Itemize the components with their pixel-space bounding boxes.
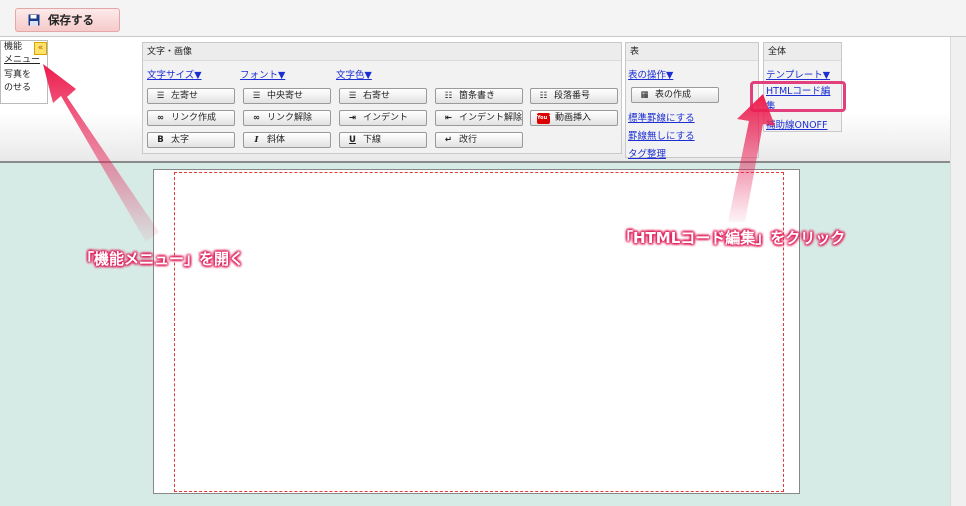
html-code-edit-link-line2[interactable]: 集 (766, 98, 776, 112)
button-label: 太字 (171, 135, 190, 145)
unlink-icon: ∞ (252, 113, 261, 123)
function-menu-menu-label[interactable]: メニュー (1, 54, 47, 67)
align-left-icon: ☰ (156, 91, 165, 101)
panel-title: 表 (626, 43, 758, 61)
table-panel: 表 表の操作▼ ▦ 表の作成 標準罫線にする 罫線無しにする タグ整理 (625, 42, 759, 160)
return-arrow-icon: ↵ (444, 135, 453, 145)
italic-icon: I (254, 135, 259, 145)
underline-button[interactable]: U 下線 (339, 132, 427, 148)
bullet-list-icon: ☷ (444, 91, 453, 101)
numbered-list-icon: ☷ (539, 91, 548, 101)
align-center-icon: ☰ (252, 91, 261, 101)
add-photo-link-line1[interactable]: 写真を (1, 69, 47, 82)
font-size-dropdown[interactable]: 文字サイズ▼ (147, 67, 202, 81)
save-button[interactable]: 保存する (15, 8, 120, 32)
save-button-label: 保存する (48, 13, 94, 27)
indent-icon: ⇥ (348, 113, 357, 123)
indent-button[interactable]: ⇥ インデント (339, 110, 427, 126)
button-label: 段落番号 (554, 91, 591, 101)
outdent-icon: ⇤ (444, 113, 453, 123)
tag-cleanup-link[interactable]: タグ整理 (628, 146, 666, 160)
floppy-disk-icon (28, 14, 40, 26)
no-border-link[interactable]: 罫線無しにする (628, 128, 695, 142)
outdent-button[interactable]: ⇤ インデント解除 (435, 110, 523, 126)
button-label: 下線 (363, 135, 382, 145)
button-label: リンク作成 (171, 113, 217, 123)
align-right-button[interactable]: ☰ 右寄せ (339, 88, 427, 104)
remove-link-button[interactable]: ∞ リンク解除 (243, 110, 331, 126)
vertical-scrollbar[interactable] (950, 37, 966, 506)
panel-title: 文字・画像 (143, 43, 621, 61)
button-label: リンク解除 (267, 113, 313, 123)
insert-video-button[interactable]: You Tube 動画挿入 (530, 110, 618, 126)
button-label: 箇条書き (459, 91, 496, 101)
function-menu[interactable]: 機能 « メニュー 写真を のせる (0, 40, 48, 104)
table-grid-icon: ▦ (640, 90, 649, 100)
numbered-list-button[interactable]: ☷ 段落番号 (530, 88, 618, 104)
open-menu-callout: 「機能メニュー」を開く (79, 250, 245, 268)
global-panel: 全体 テンプレート▼ HTMLコード編 集 補助線ONOFF (763, 42, 842, 132)
button-label: 右寄せ (363, 91, 391, 101)
button-label: 動画挿入 (555, 113, 592, 123)
panel-title: 全体 (764, 43, 841, 61)
add-photo-link-line2[interactable]: のせる (1, 82, 47, 95)
bullet-list-button[interactable]: ☷ 箇条書き (435, 88, 523, 104)
text-image-panel: 文字・画像 文字サイズ▼ フォント▼ 文字色▼ ☰ 左寄せ ☰ 中央寄せ ☰ 右寄せ … (142, 42, 622, 154)
link-icon: ∞ (156, 113, 165, 123)
top-bar: 保存する (0, 0, 966, 37)
editor-guideline-frame (174, 172, 784, 492)
align-right-icon: ☰ (348, 91, 357, 101)
table-operations-dropdown[interactable]: 表の操作▼ (628, 67, 673, 81)
double-chevron-left-icon[interactable]: « (34, 42, 47, 55)
font-family-dropdown[interactable]: フォント▼ (240, 67, 285, 81)
font-color-dropdown[interactable]: 文字色▼ (336, 67, 372, 81)
create-table-button[interactable]: ▦ 表の作成 (631, 87, 719, 103)
button-label: インデント (363, 113, 409, 123)
line-break-button[interactable]: ↵ 改行 (435, 132, 523, 148)
button-label: 左寄せ (171, 91, 199, 101)
underline-icon: U (349, 135, 356, 145)
editor-canvas[interactable] (153, 169, 800, 494)
button-label: 斜体 (267, 135, 286, 145)
button-label: 中央寄せ (267, 91, 304, 101)
html-code-edit-link-line1[interactable]: HTMLコード編 (766, 83, 830, 97)
italic-button[interactable]: I 斜体 (243, 132, 331, 148)
click-html-callout: 「HTMLコード編集」をクリック (618, 229, 846, 247)
bold-icon: B (157, 135, 164, 145)
standard-border-link[interactable]: 標準罫線にする (628, 110, 695, 124)
button-label: 表の作成 (655, 90, 692, 100)
button-label: インデント解除 (458, 113, 522, 123)
align-left-button[interactable]: ☰ 左寄せ (147, 88, 235, 104)
guideline-toggle-link[interactable]: 補助線ONOFF (766, 117, 828, 131)
align-center-button[interactable]: ☰ 中央寄せ (243, 88, 331, 104)
bold-button[interactable]: B 太字 (147, 132, 235, 148)
youtube-icon: You Tube (537, 112, 562, 124)
button-label: 改行 (459, 135, 478, 145)
template-dropdown[interactable]: テンプレート▼ (766, 67, 830, 81)
create-link-button[interactable]: ∞ リンク作成 (147, 110, 235, 126)
